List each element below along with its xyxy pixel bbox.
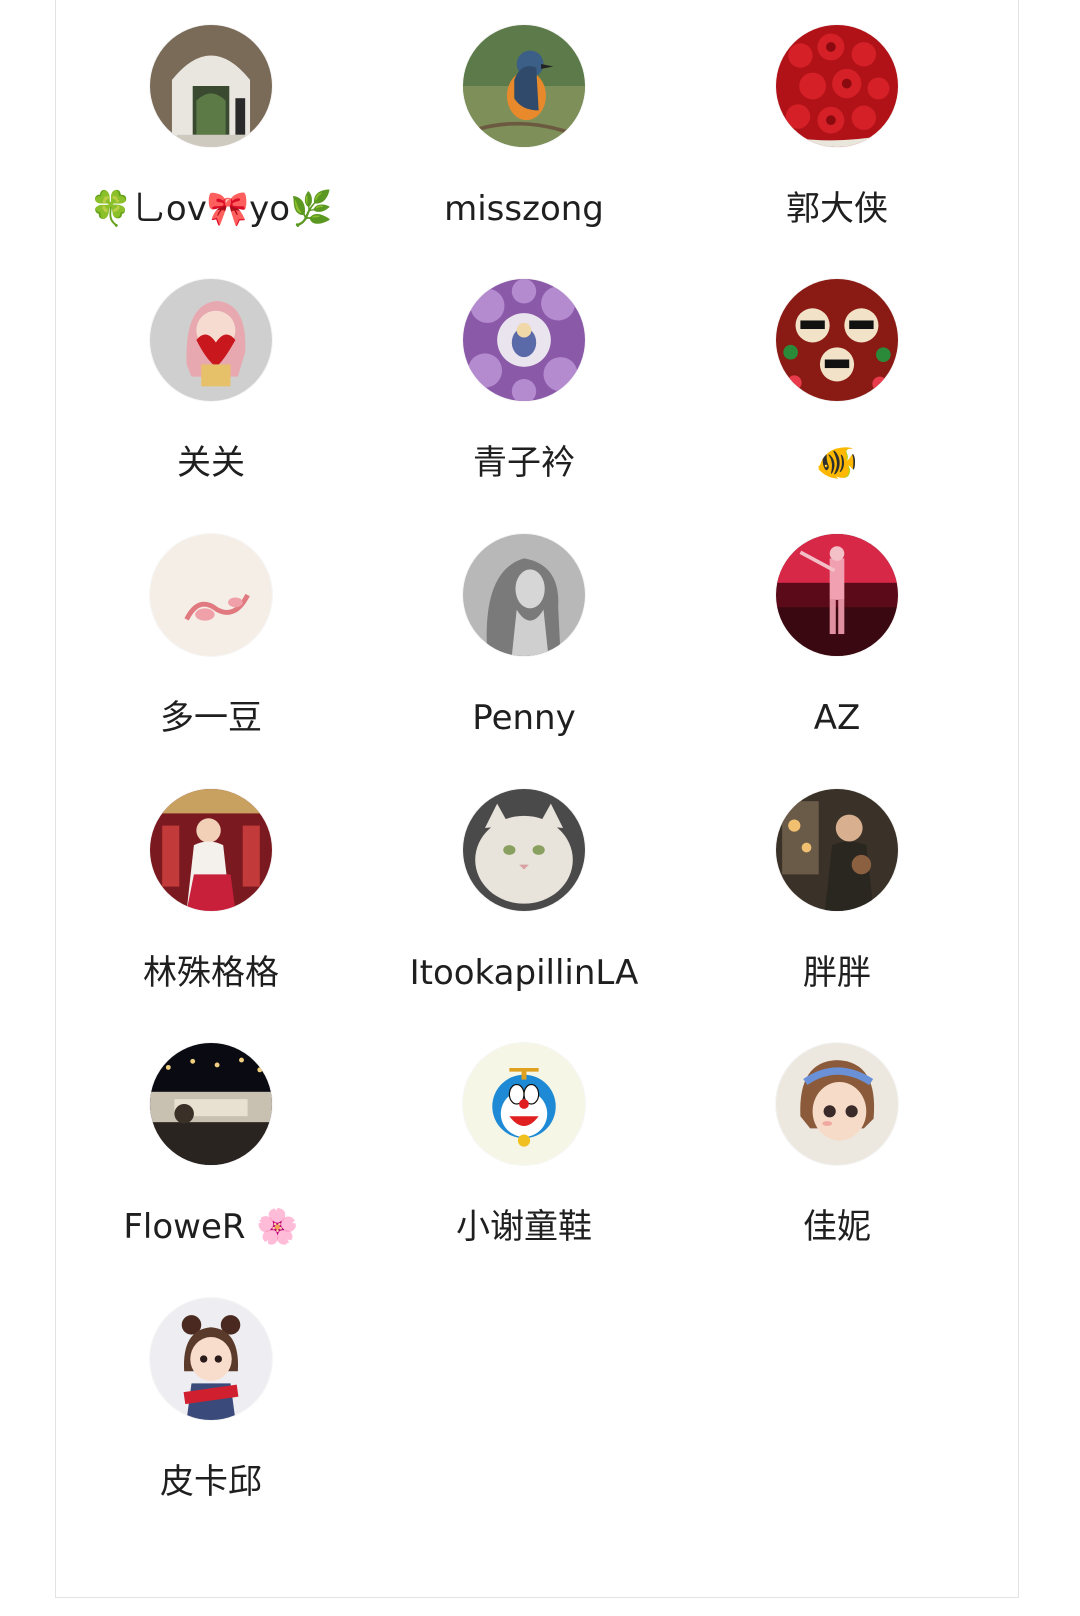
member-item[interactable]: Penny	[374, 534, 674, 764]
member-name: 林殊格格	[143, 953, 279, 993]
member-name: 🐠	[815, 443, 859, 483]
avatar[interactable]	[150, 1043, 272, 1165]
doraemon-icon	[463, 1043, 585, 1165]
avatar[interactable]	[150, 534, 272, 656]
member-item[interactable]: 佳妮	[687, 1043, 987, 1273]
member-name: 佳妮	[803, 1207, 871, 1247]
pink-drawing-icon	[150, 534, 272, 656]
member-item[interactable]: 青子衿	[374, 279, 674, 509]
cartoon-girl-buns-icon	[150, 1298, 272, 1420]
avatar[interactable]	[463, 1043, 585, 1165]
avatar[interactable]	[776, 534, 898, 656]
cafe-photo-icon	[776, 789, 898, 911]
member-item[interactable]: 胖胖	[687, 789, 987, 1019]
avatar[interactable]	[463, 279, 585, 401]
avatar[interactable]	[776, 25, 898, 147]
member-item[interactable]: 郭大侠	[687, 25, 987, 255]
member-name: Penny	[472, 698, 576, 738]
member-item[interactable]: FloweR 🌸	[61, 1043, 361, 1273]
avatar[interactable]	[150, 279, 272, 401]
member-name: FloweR 🌸	[123, 1207, 299, 1247]
avatar[interactable]	[463, 789, 585, 911]
member-name: AZ	[813, 698, 861, 738]
purple-flowers-ring-icon	[463, 279, 585, 401]
member-name: 小谢童鞋	[456, 1207, 592, 1247]
white-cat-photo-icon	[463, 789, 585, 911]
avatar[interactable]	[150, 1298, 272, 1420]
avatar[interactable]	[150, 789, 272, 911]
member-name: 胖胖	[803, 953, 871, 993]
member-item[interactable]: 关关	[61, 279, 361, 509]
avatar[interactable]	[776, 279, 898, 401]
red-neon-figure-icon	[776, 534, 898, 656]
member-name: ItookapillinLA	[409, 953, 639, 993]
hanfu-girl-photo-icon	[150, 789, 272, 911]
member-item[interactable]: 🐠	[687, 279, 987, 509]
member-item[interactable]: 🍀乚ov🎀yo🌿	[61, 25, 361, 255]
member-name: 郭大侠	[786, 189, 888, 229]
roses-photo-icon	[776, 25, 898, 147]
sketch-woman-icon	[463, 534, 585, 656]
member-item[interactable]: 林殊格格	[61, 789, 361, 1019]
member-item[interactable]: 多一豆	[61, 534, 361, 764]
member-grid: 🍀乚ov🎀yo🌿 misszong 郭大侠 关关 青子衿 🐠 多一豆 Penny…	[56, 0, 1018, 1597]
member-name: misszong	[444, 189, 604, 229]
avatar[interactable]	[463, 25, 585, 147]
member-name: 皮卡邱	[160, 1462, 262, 1502]
bird-photo-icon	[463, 25, 585, 147]
avatar[interactable]	[776, 789, 898, 911]
member-item[interactable]: ItookapillinLA	[374, 789, 674, 1019]
avatar[interactable]	[776, 1043, 898, 1165]
member-name: 多一豆	[160, 698, 262, 738]
night-street-photo-icon	[150, 1043, 272, 1165]
member-name: 🍀乚ov🎀yo🌿	[89, 189, 333, 229]
avatar[interactable]	[150, 25, 272, 147]
member-item[interactable]: misszong	[374, 25, 674, 255]
archway-photo-icon	[150, 25, 272, 147]
member-name: 青子衿	[473, 443, 575, 483]
cartoon-girl-headband-icon	[776, 1043, 898, 1165]
member-item[interactable]: AZ	[687, 534, 987, 764]
red-cartoon-sunglasses-icon	[776, 279, 898, 401]
member-item[interactable]: 小谢童鞋	[374, 1043, 674, 1273]
member-name: 关关	[177, 443, 245, 483]
member-panel: 🍀乚ov🎀yo🌿 misszong 郭大侠 关关 青子衿 🐠 多一豆 Penny…	[55, 0, 1019, 1598]
avatar[interactable]	[463, 534, 585, 656]
cartoon-girl-heart-icon	[150, 279, 272, 401]
member-item[interactable]: 皮卡邱	[61, 1298, 361, 1528]
